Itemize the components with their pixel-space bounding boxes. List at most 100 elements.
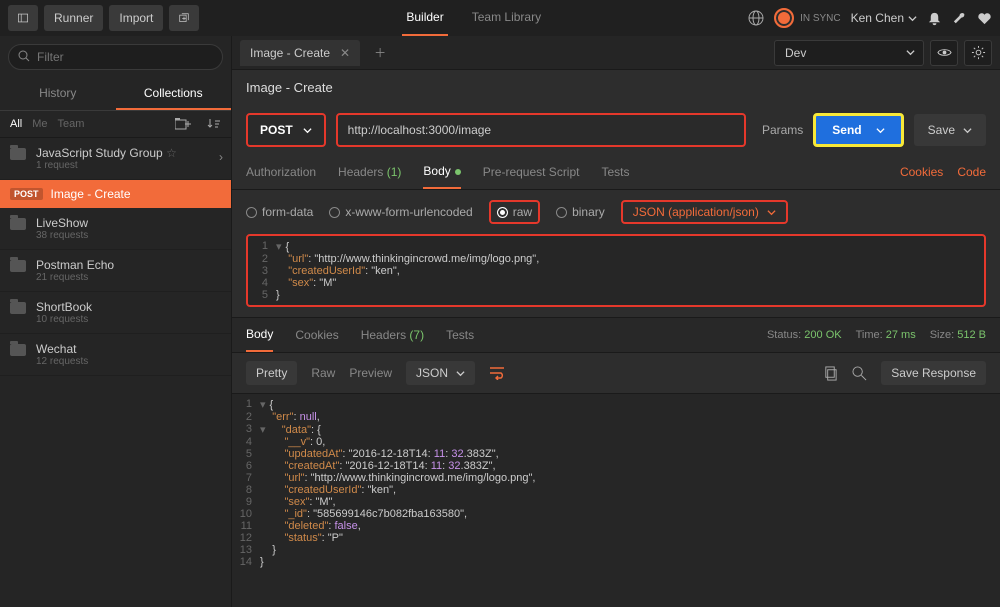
collection-name: Postman Echo: [36, 258, 114, 272]
chevron-down-icon: [908, 14, 917, 23]
folder-icon: [10, 302, 26, 314]
request-item-active[interactable]: POST Image - Create: [0, 180, 231, 208]
sidebar: History Collections All Me Team JavaScri…: [0, 36, 232, 607]
tab-headers[interactable]: Headers (1): [338, 156, 401, 188]
star-icon: ☆: [166, 146, 177, 160]
import-button[interactable]: Import: [109, 5, 163, 31]
environment-select[interactable]: Dev: [774, 40, 924, 66]
request-tab-title: Image - Create: [250, 46, 330, 60]
resp-tab-cookies[interactable]: Cookies: [295, 319, 338, 351]
filter-input[interactable]: [8, 44, 223, 70]
scope-me[interactable]: Me: [32, 118, 47, 130]
collection-name: ShortBook: [36, 300, 92, 314]
request-method-badge: POST: [10, 188, 43, 200]
content-area: Image - Create ✕ ＋ Dev Image - Create PO…: [232, 36, 1000, 607]
collection-requests-count: 12 requests: [36, 356, 88, 367]
view-pretty[interactable]: Pretty: [246, 361, 297, 385]
radio-form-data[interactable]: form-data: [246, 205, 313, 219]
folder-icon: [10, 148, 26, 160]
tab-body[interactable]: Body: [423, 155, 460, 189]
sync-status: IN SYNC: [774, 8, 841, 28]
collection-requests-count: 21 requests: [36, 272, 114, 283]
collection-item[interactable]: ShortBook10 requests: [0, 292, 231, 334]
request-tab[interactable]: Image - Create ✕: [240, 40, 360, 66]
add-collection-icon[interactable]: [175, 117, 191, 131]
eye-icon: [937, 45, 952, 60]
chevron-down-icon: [456, 369, 465, 378]
chevron-down-icon: [963, 126, 972, 135]
bell-icon[interactable]: [927, 11, 942, 26]
save-response-button[interactable]: Save Response: [881, 361, 986, 385]
collection-item[interactable]: Postman Echo21 requests: [0, 250, 231, 292]
resp-tab-headers[interactable]: Headers (7): [361, 319, 424, 351]
send-label: Send: [832, 123, 861, 137]
scope-all[interactable]: All: [10, 118, 22, 130]
builder-tab[interactable]: Builder: [402, 0, 447, 36]
scope-team[interactable]: Team: [58, 118, 85, 130]
sidebar-icon: [18, 11, 28, 25]
sync-icon: [774, 8, 794, 28]
view-preview[interactable]: Preview: [349, 366, 392, 380]
resp-tab-body[interactable]: Body: [246, 318, 273, 352]
tab-prerequest[interactable]: Pre-request Script: [483, 156, 580, 188]
url-row: POST Params Send Save: [232, 105, 1000, 155]
resp-tab-tests[interactable]: Tests: [446, 319, 474, 351]
collection-requests-count: 10 requests: [36, 314, 92, 325]
new-window-button[interactable]: [169, 5, 199, 31]
send-button[interactable]: Send: [813, 113, 903, 147]
gear-icon: [971, 45, 986, 60]
globe-icon[interactable]: [748, 10, 764, 26]
radio-raw[interactable]: raw: [489, 200, 540, 224]
radio-urlencoded[interactable]: x-www-form-urlencoded: [329, 205, 472, 219]
collection-name: LiveShow: [36, 216, 88, 230]
topbar-view-switch: Builder Team Library: [205, 0, 742, 36]
format-select[interactable]: JSON: [406, 361, 475, 385]
request-name: Image - Create: [51, 187, 131, 201]
toggle-sidebar-button[interactable]: [8, 5, 38, 31]
params-button[interactable]: Params: [762, 123, 803, 137]
body-type-row: form-data x-www-form-urlencoded raw bina…: [232, 190, 1000, 234]
view-raw[interactable]: Raw: [311, 366, 335, 380]
collection-requests-count: 38 requests: [36, 230, 88, 241]
response-status-area: Status: 200 OK Time: 27 ms Size: 512 B: [767, 320, 986, 350]
collection-item[interactable]: Wechat12 requests: [0, 334, 231, 376]
close-icon[interactable]: ✕: [340, 46, 350, 60]
method-select[interactable]: POST: [246, 113, 326, 147]
response-body-viewer[interactable]: 1▾{2 "err": null,3▾ "data": {4 "__v": 0,…: [232, 394, 1000, 607]
tab-collections[interactable]: Collections: [116, 78, 232, 110]
search-response-icon[interactable]: [852, 366, 867, 381]
wrench-icon[interactable]: [952, 11, 967, 26]
save-button[interactable]: Save: [914, 114, 986, 146]
tab-tests[interactable]: Tests: [601, 156, 629, 188]
sync-label: IN SYNC: [800, 13, 841, 24]
collection-requests-count: 1 request: [36, 160, 177, 171]
code-link[interactable]: Code: [957, 165, 986, 179]
team-library-tab[interactable]: Team Library: [468, 0, 545, 36]
cookies-link[interactable]: Cookies: [900, 165, 943, 179]
environment-name: Dev: [785, 46, 806, 60]
user-menu[interactable]: Ken Chen: [851, 11, 917, 25]
status-value: 200 OK: [804, 329, 841, 341]
copy-icon[interactable]: [823, 366, 838, 381]
topbar: Runner Import Builder Team Library IN SY…: [0, 0, 1000, 36]
collection-item[interactable]: JavaScript Study Group ☆ 1 request ›: [0, 138, 231, 180]
request-body-editor[interactable]: 1▾{2 "url": "http://www.thinkingincrowd.…: [246, 234, 986, 307]
collection-item[interactable]: LiveShow38 requests: [0, 208, 231, 250]
url-input[interactable]: [336, 113, 746, 147]
manage-environments-button[interactable]: [964, 40, 992, 66]
preview-environment-button[interactable]: [930, 40, 958, 66]
tab-authorization[interactable]: Authorization: [246, 156, 316, 188]
heart-icon[interactable]: [977, 11, 992, 26]
response-toolbar: Pretty Raw Preview JSON Save Response: [232, 353, 1000, 394]
radio-binary[interactable]: binary: [556, 205, 605, 219]
add-tab-button[interactable]: ＋: [366, 40, 394, 65]
chevron-down-icon: [767, 208, 776, 217]
sidebar-tabs: History Collections: [0, 78, 231, 111]
wrap-lines-button[interactable]: [489, 366, 505, 380]
sort-icon[interactable]: [207, 117, 221, 131]
tab-history[interactable]: History: [0, 78, 116, 110]
folder-icon: [10, 218, 26, 230]
content-type-select[interactable]: JSON (application/json): [621, 200, 788, 224]
chevron-down-icon: [303, 126, 312, 135]
runner-button[interactable]: Runner: [44, 5, 103, 31]
